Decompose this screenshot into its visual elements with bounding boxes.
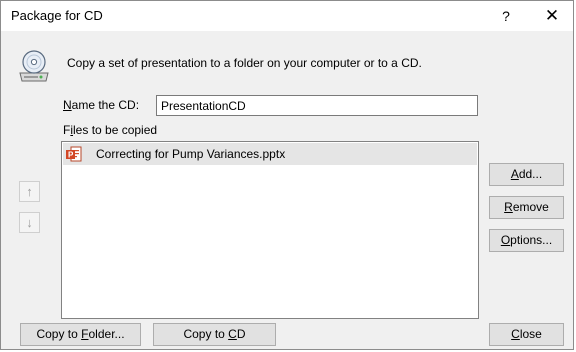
file-name: Correcting for Pump Variances.pptx — [96, 147, 286, 161]
add-button[interactable]: Add... — [489, 163, 564, 186]
package-for-cd-dialog: Package for CD ? ✕ Copy a set of present… — [0, 0, 574, 350]
cd-name-input[interactable] — [156, 95, 478, 116]
arrow-up-icon: ↑ — [26, 184, 33, 199]
list-item[interactable]: P Correcting for Pump Variances.pptx — [63, 143, 477, 165]
options-button[interactable]: Options... — [489, 229, 564, 252]
arrow-down-icon: ↓ — [26, 215, 33, 230]
remove-button[interactable]: Remove — [489, 196, 564, 219]
title-bar: Package for CD ? ✕ — [1, 1, 573, 31]
powerpoint-file-icon: P — [66, 146, 82, 162]
close-button[interactable]: Close — [489, 323, 564, 346]
window-title: Package for CD — [11, 8, 103, 23]
move-down-button[interactable]: ↓ — [19, 212, 40, 233]
files-list[interactable]: P Correcting for Pump Variances.pptx — [61, 141, 479, 319]
svg-text:P: P — [68, 151, 74, 160]
files-to-copy-label: Files to be copied — [63, 123, 158, 137]
close-window-button[interactable]: ✕ — [539, 5, 565, 27]
move-up-button[interactable]: ↑ — [19, 181, 40, 202]
cd-drive-icon — [19, 50, 49, 82]
name-cd-label: Name the CD: — [63, 98, 140, 112]
copy-to-cd-button[interactable]: Copy to CD — [153, 323, 276, 346]
dialog-description: Copy a set of presentation to a folder o… — [67, 56, 422, 70]
help-button[interactable]: ? — [494, 5, 518, 27]
copy-to-folder-button[interactable]: Copy to Folder... — [20, 323, 141, 346]
